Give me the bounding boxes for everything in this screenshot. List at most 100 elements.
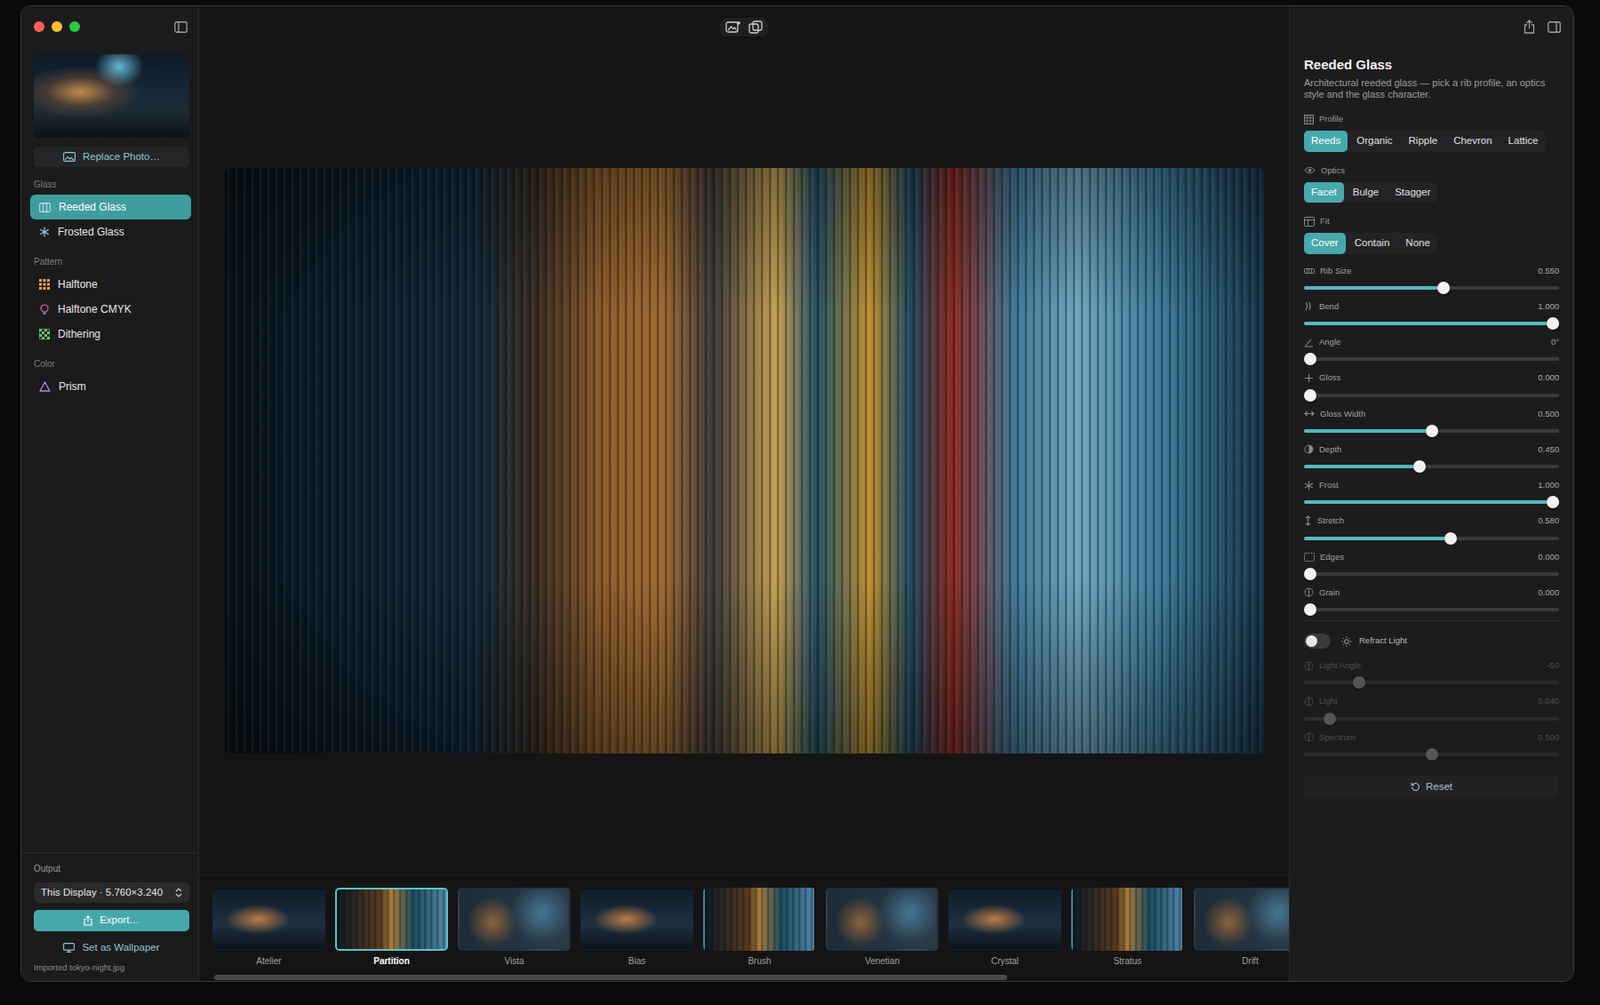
sidebar-item[interactable]: Dithering (30, 321, 192, 347)
slider-track[interactable] (1304, 429, 1560, 433)
canvas-column: AtelierPartitionVistaBias Brush VenetianCr… (199, 6, 1289, 982)
halftone-icon (39, 279, 50, 290)
slider-fill (1304, 321, 1560, 326)
preset-item[interactable]: Bias (580, 888, 694, 968)
share-icon[interactable] (1523, 19, 1536, 34)
segment-button[interactable]: Organic (1349, 130, 1400, 152)
slider-track[interactable] (1304, 464, 1560, 469)
sidebar-item[interactable]: Frosted Glass (30, 219, 192, 245)
slider-track[interactable] (1304, 500, 1560, 504)
slider-fill (1304, 536, 1452, 541)
slider-value: 1.000 (1537, 479, 1560, 492)
segment-button[interactable]: Cover (1304, 232, 1346, 254)
slider-track[interactable] (1304, 393, 1560, 398)
prism-icon (39, 381, 51, 392)
export-button[interactable]: Export… (33, 910, 190, 931)
segment-button[interactable]: Lattice (1501, 130, 1546, 152)
segment-button[interactable]: Bulge (1345, 182, 1386, 203)
slider-label: Grain (1319, 586, 1340, 600)
slider-header: Angle0° (1304, 336, 1560, 349)
rib-size-icon (1304, 267, 1315, 275)
profile-icon (1304, 114, 1314, 125)
display-icon (63, 943, 75, 953)
display-select[interactable]: This Display · 5.760×3.240 (33, 882, 190, 904)
slider-thumb[interactable] (1304, 389, 1317, 402)
slider-thumb[interactable] (1437, 281, 1450, 295)
replace-photo-button[interactable]: Replace Photo… (33, 146, 190, 168)
minimize-button[interactable] (51, 21, 63, 32)
preset-item[interactable]: Drift (1193, 888, 1289, 968)
slider-track[interactable] (1304, 321, 1560, 326)
slider-value: 0.000 (1537, 586, 1560, 600)
slider-header: Spectrum0.500 (1304, 731, 1560, 744)
sidebar-item[interactable]: Halftone CMYK (30, 296, 192, 322)
preset-item[interactable]: Venetian (825, 888, 939, 968)
slider-header: Grain 0.000 (1304, 586, 1560, 600)
output-panel: OutputThis Display · 5.760×3.240Export…S… (21, 852, 199, 982)
slider-track (1304, 680, 1560, 685)
set-wallpaper-button[interactable]: Set as Wallpaper (33, 937, 190, 959)
segment-button[interactable]: Chevron (1446, 130, 1499, 152)
compare-icon[interactable] (748, 20, 763, 34)
slider-track[interactable] (1304, 608, 1560, 612)
preset-item[interactable]: Brush (703, 888, 816, 968)
segment-button[interactable]: Reeds (1304, 130, 1348, 152)
preset-item[interactable]: Stratus (1071, 888, 1184, 968)
close-button[interactable] (33, 21, 45, 32)
slider-thumb[interactable] (1546, 496, 1560, 509)
zoom-button[interactable] (69, 21, 80, 32)
slider-label: Spectrum (1319, 731, 1356, 744)
sidebar-item[interactable]: Prism (30, 374, 192, 400)
slider-track[interactable] (1304, 357, 1560, 361)
slider-thumb[interactable] (1304, 568, 1317, 581)
angle-icon (1304, 337, 1314, 348)
preset-item[interactable]: Atelier (212, 888, 326, 968)
preset-label: Brush (703, 954, 816, 968)
segment-button[interactable]: Ripple (1401, 130, 1446, 152)
rendered-image (224, 168, 1264, 754)
reset-button[interactable]: Reset (1304, 776, 1560, 800)
slider-label: Stretch (1317, 514, 1344, 528)
slider-thumb[interactable] (1425, 424, 1439, 438)
preset-item[interactable]: Vista (457, 888, 571, 968)
slider-track[interactable] (1304, 286, 1560, 290)
slider-thumb[interactable] (1546, 317, 1560, 330)
sidebar-item-label: Dithering (57, 326, 101, 343)
inspector-toggle-icon[interactable] (1547, 21, 1561, 33)
slider-label: Angle (1319, 336, 1341, 349)
export-label: Export… (99, 912, 140, 928)
toolbar-group (720, 17, 768, 37)
add-image-icon[interactable] (725, 20, 742, 34)
segment-button[interactable]: Contain (1347, 232, 1398, 254)
slider-track[interactable] (1304, 536, 1560, 541)
preset-item[interactable]: Crystal (948, 888, 1062, 968)
scrollbar-thumb[interactable] (214, 975, 1008, 981)
divider (1304, 620, 1560, 622)
segment-button[interactable]: None (1398, 232, 1438, 254)
segment-button[interactable]: Stagger (1387, 182, 1438, 203)
sidebar-item[interactable]: Halftone (30, 272, 192, 297)
sidebar-item[interactable]: Reeded Glass (30, 194, 192, 220)
slider-thumb[interactable] (1304, 603, 1317, 616)
slider-label: Depth (1319, 443, 1342, 456)
segmented-control: CoverContainNone (1304, 232, 1438, 254)
refract-light-toggle[interactable] (1304, 633, 1331, 649)
preset-item[interactable]: Partition (335, 888, 448, 968)
depth-icon (1304, 444, 1314, 455)
slider-thumb[interactable] (1304, 352, 1317, 366)
sidebar-toggle-icon[interactable] (174, 21, 188, 33)
segmented-control: ReedsOrganicRippleChevronLattice (1304, 130, 1546, 152)
slider-thumb[interactable] (1444, 532, 1457, 545)
slider-header: Depth0.450 (1304, 443, 1560, 456)
photo-thumbnail[interactable] (33, 54, 190, 138)
slider-track[interactable] (1304, 572, 1560, 576)
slider-label: Light (1319, 695, 1338, 708)
sun-icon (1341, 636, 1352, 648)
slider-thumb[interactable] (1413, 460, 1426, 473)
fit-icon (1304, 216, 1315, 227)
slider-header: Gloss Width0.500 (1304, 408, 1560, 421)
preset-thumbnail (335, 888, 448, 952)
segment-button[interactable]: Facet (1304, 182, 1344, 203)
scrollbar-track[interactable] (214, 975, 1147, 981)
sidebar-item-label: Halftone (57, 276, 98, 293)
